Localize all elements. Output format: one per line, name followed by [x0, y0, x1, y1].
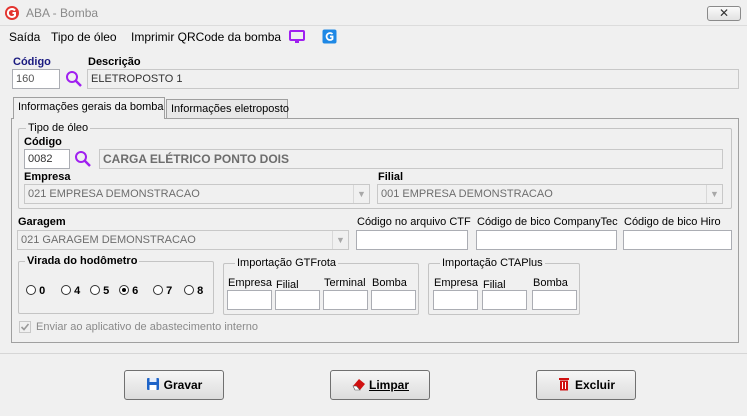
radio-8[interactable]: 8 — [184, 285, 203, 297]
title-bar — [0, 0, 747, 26]
filial-select[interactable]: 001 EMPRESA DEMONSTRACAO ▼ — [377, 184, 723, 204]
menu-imprimir-qrcode[interactable]: Imprimir QRCode da bomba — [131, 30, 281, 44]
codigo-ctf-label: Código no arquivo CTF — [357, 216, 471, 228]
gtfrota-empresa-label: Empresa — [228, 277, 273, 289]
empresa-select[interactable]: 021 EMPRESA DEMONSTRACAO ▼ — [24, 184, 370, 204]
tipo-oleo-codigo-input[interactable]: 0082 — [24, 149, 70, 169]
chevron-down-icon[interactable]: ▼ — [353, 185, 369, 203]
save-icon — [146, 373, 160, 390]
ctaplus-filial-input[interactable] — [482, 290, 527, 310]
eraser-icon — [351, 373, 365, 391]
menu-saida[interactable]: Saída — [9, 30, 40, 44]
g-app-icon[interactable] — [322, 29, 337, 44]
empresa-value: 021 EMPRESA DEMONSTRACAO — [28, 188, 200, 200]
codigo-input[interactable]: 160 — [12, 69, 60, 89]
enviar-aplicativo-checkbox[interactable] — [19, 321, 31, 333]
garagem-select[interactable]: 021 GARAGEM DEMONSTRACAO ▼ — [17, 230, 349, 250]
gtfrota-empresa-input[interactable] — [227, 290, 272, 310]
tipo-oleo-descricao-input[interactable]: CARGA ELÉTRICO PONTO DOIS — [99, 149, 723, 169]
enviar-aplicativo-label: Enviar ao aplicativo de abastecimento in… — [36, 321, 258, 333]
garagem-label: Garagem — [18, 216, 66, 228]
menu-tipo-de-oleo[interactable]: Tipo de óleo — [51, 30, 117, 44]
codigo-bico-hiro-input[interactable] — [623, 230, 732, 250]
chevron-down-icon[interactable]: ▼ — [332, 231, 348, 249]
filial-label: Filial — [378, 171, 404, 183]
radio-0[interactable]: 0 — [26, 285, 45, 297]
trash-icon — [557, 373, 571, 391]
gtfrota-terminal-input[interactable] — [323, 290, 368, 310]
ctaplus-bomba-label: Bomba — [533, 277, 568, 289]
tipo-oleo-codigo-label: Código — [24, 136, 62, 148]
codigo-bico-companytec-label: Código de bico CompanyTec — [477, 216, 618, 228]
virada-hodometro-title: Virada do hodômetro — [25, 255, 140, 267]
window-title: ABA - Bomba — [26, 6, 99, 20]
codigo-bico-hiro-label: Código de bico Hiro — [624, 216, 721, 228]
ctaplus-empresa-input[interactable] — [433, 290, 478, 310]
tab-informacoes-gerais[interactable]: Informações gerais da bomba — [13, 97, 165, 119]
tipo-oleo-search-icon[interactable] — [74, 150, 92, 168]
search-icon[interactable] — [65, 70, 83, 88]
gtfrota-bomba-input[interactable] — [371, 290, 416, 310]
importacao-gtfrota-title: Importação GTFrota — [235, 257, 339, 269]
tipo-oleo-group-title: Tipo de óleo — [26, 122, 91, 134]
g-logo-icon — [4, 5, 20, 21]
codigo-ctf-input[interactable] — [356, 230, 468, 250]
empresa-label: Empresa — [24, 171, 71, 183]
ctaplus-bomba-input[interactable] — [532, 290, 577, 310]
monitor-icon[interactable] — [289, 29, 305, 45]
garagem-value: 021 GARAGEM DEMONSTRACAO — [21, 234, 196, 246]
gravar-label: Gravar — [163, 378, 203, 392]
filial-value: 001 EMPRESA DEMONSTRACAO — [381, 188, 553, 200]
importacao-ctaplus-title: Importação CTAPlus — [440, 257, 545, 269]
descricao-label: Descrição — [88, 56, 141, 68]
codigo-label: Código — [13, 56, 51, 68]
gtfrota-bomba-label: Bomba — [372, 277, 407, 289]
excluir-button[interactable]: Excluir — [536, 370, 636, 400]
excluir-label: Excluir — [574, 378, 616, 392]
bottom-divider — [0, 353, 747, 354]
gtfrota-terminal-label: Terminal — [324, 277, 366, 289]
close-button[interactable]: ✕ — [707, 6, 741, 21]
radio-7[interactable]: 7 — [153, 285, 172, 297]
codigo-bico-companytec-input[interactable] — [476, 230, 617, 250]
radio-5[interactable]: 5 — [90, 285, 109, 297]
ctaplus-empresa-label: Empresa — [434, 277, 479, 289]
limpar-button[interactable]: Limpar — [330, 370, 430, 400]
tab-informacoes-eletroposto[interactable]: Informações eletroposto — [166, 99, 289, 119]
radio-4[interactable]: 4 — [61, 285, 80, 297]
chevron-down-icon[interactable]: ▼ — [706, 185, 722, 203]
limpar-label: Limpar — [368, 378, 409, 392]
gtfrota-filial-input[interactable] — [275, 290, 320, 310]
radio-6[interactable]: 6 — [119, 285, 138, 297]
gravar-button[interactable]: Gravar — [124, 370, 224, 400]
descricao-input[interactable]: ELETROPOSTO 1 — [87, 69, 739, 89]
